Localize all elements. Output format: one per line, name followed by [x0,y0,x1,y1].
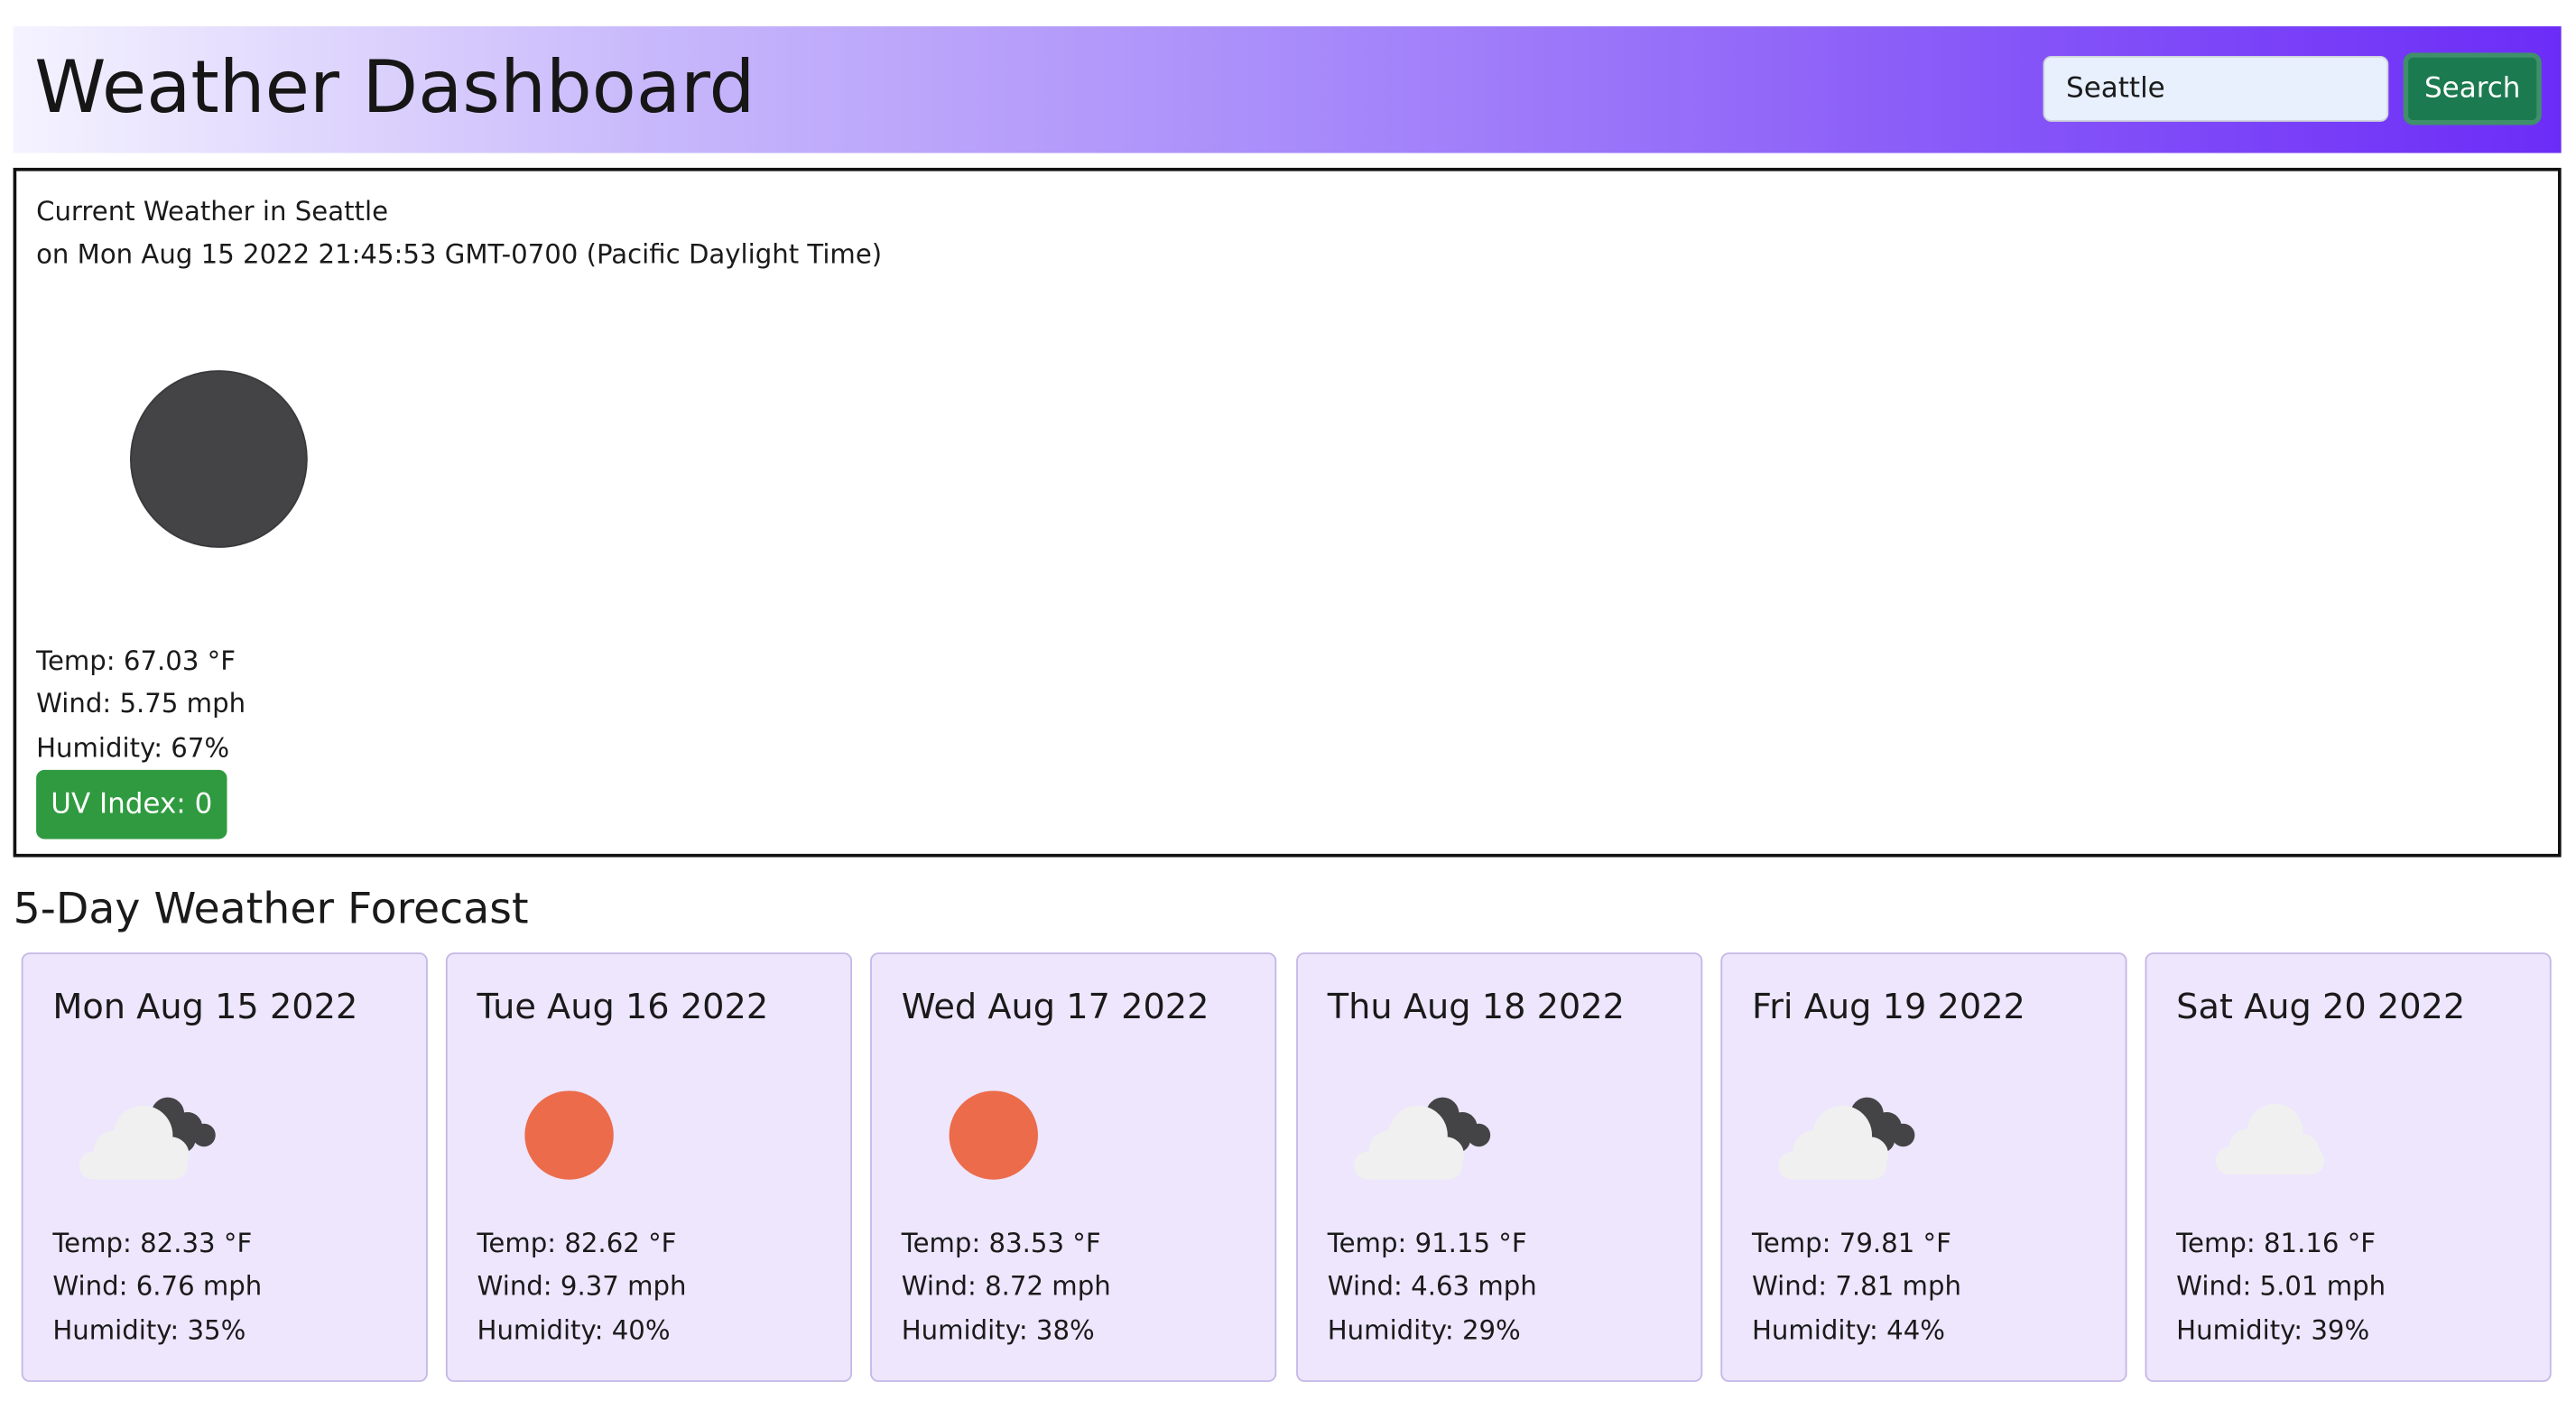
forecast-humidity: Humidity: 40% [477,1314,671,1346]
forecast-date: Wed Aug 17 2022 [901,987,1209,1027]
forecast-temp: Temp: 82.33 °F [52,1227,253,1259]
partly-cloudy-night-icon [1778,1097,1915,1180]
current-temp: Temp: 67.03 °F [36,645,236,677]
current-weather-heading: Current Weather in Seattle [36,195,389,227]
sun-icon [524,1090,614,1180]
forecast-card: Tue Aug 16 2022 Temp: 82.62 °F Wind: 9.3… [445,952,853,1382]
forecast-humidity: Humidity: 29% [1327,1314,1521,1346]
forecast-date: Fri Aug 19 2022 [1751,987,2025,1027]
forecast-wind: Wind: 7.81 mph [1751,1269,1961,1302]
forecast-temp: Temp: 91.15 °F [1327,1227,1527,1259]
page-title: Weather Dashboard [34,46,755,130]
forecast-card: Mon Aug 15 2022 Temp: 82.33 °F Wind: 6.7… [21,952,428,1382]
forecast-date: Thu Aug 18 2022 [1327,987,1626,1027]
search-button[interactable]: Search [2403,52,2542,125]
forecast-temp: Temp: 82.62 °F [477,1227,677,1259]
forecast-date: Tue Aug 16 2022 [477,987,769,1027]
forecast-temp: Temp: 81.16 °F [2176,1227,2377,1259]
forecast-wind: Wind: 8.72 mph [901,1269,1111,1302]
current-wind: Wind: 5.75 mph [36,687,246,719]
header-bar: Weather Dashboard Search [13,26,2562,153]
forecast-title: 5-Day Weather Forecast [13,885,529,935]
forecast-card: Thu Aug 18 2022 Temp: 91.15 °F Wind: 4.6… [1296,952,1703,1382]
forecast-card: Wed Aug 17 2022 Temp: 83.53 °F Wind: 8.7… [870,952,1277,1382]
forecast-wind: Wind: 4.63 mph [1327,1269,1537,1302]
sun-icon [949,1090,1038,1180]
forecast-card: Sat Aug 20 2022 Temp: 81.16 °F Wind: 5.0… [2145,952,2552,1382]
forecast-humidity: Humidity: 44% [1751,1314,1945,1346]
uv-index-badge: UV Index: 0 [36,769,227,840]
city-search-input[interactable] [2043,55,2389,122]
forecast-wind: Wind: 5.01 mph [2176,1269,2386,1302]
night-clear-icon [129,370,308,548]
forecast-temp: Temp: 79.81 °F [1751,1227,1951,1259]
forecast-date: Sat Aug 20 2022 [2176,987,2466,1027]
forecast-card: Fri Aug 19 2022 Temp: 79.81 °F Wind: 7.8… [1720,952,2127,1382]
partly-cloudy-night-icon [79,1097,216,1180]
forecast-temp: Temp: 83.53 °F [901,1227,1101,1259]
current-weather-panel: Current Weather in Seattle on Mon Aug 15… [13,167,2562,858]
forecast-wind: Wind: 6.76 mph [52,1269,263,1302]
forecast-humidity: Humidity: 39% [2176,1314,2370,1346]
cloud-icon [2215,1103,2325,1175]
forecast-wind: Wind: 9.37 mph [477,1269,687,1302]
current-weather-datetime: on Mon Aug 15 2022 21:45:53 GMT-0700 (Pa… [36,238,883,270]
forecast-humidity: Humidity: 38% [901,1314,1095,1346]
forecast-humidity: Humidity: 35% [52,1314,246,1346]
current-humidity: Humidity: 67% [36,732,230,764]
page: Weather Dashboard Search Current Weather… [0,0,2576,1398]
partly-cloudy-night-icon [1353,1097,1491,1180]
forecast-date: Mon Aug 15 2022 [52,987,358,1027]
